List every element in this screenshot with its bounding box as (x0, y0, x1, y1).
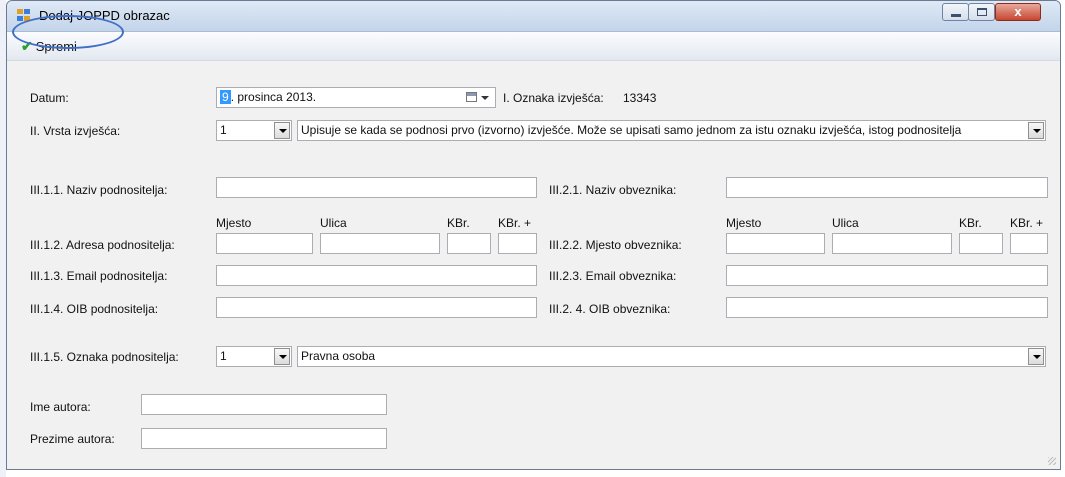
vrsta-description-select[interactable]: Upisuje se kada se podnosi prvo (izvorno… (297, 120, 1046, 141)
email-obveznika-label: III.2.3. Email obveznika: (549, 269, 677, 283)
podnositelj-kbr-plus-input[interactable] (498, 233, 537, 254)
oznaka-podnositelja-code: 1 (220, 349, 227, 363)
oib-podnositelja-input[interactable] (216, 297, 537, 318)
naziv-podnositelja-label: III.1.1. Naziv podnositelja: (30, 183, 168, 197)
naziv-obveznika-label: III.2.1. Naziv obveznika: (549, 183, 677, 197)
datum-rest: . prosinca 2013. (230, 90, 317, 104)
ime-autora-input[interactable] (141, 394, 387, 415)
oib-podnositelja-label: III.1.4. OIB podnositelja: (30, 302, 159, 316)
toolbar: ✔ Spremi (7, 32, 1060, 61)
datum-picker[interactable]: 9. prosinca 2013. (216, 87, 496, 108)
ulica-header: Ulica (832, 216, 859, 230)
window-title: Dodaj JOPPD obrazac (39, 8, 170, 23)
oznaka-podnositelja-code-select[interactable]: 1 (216, 346, 292, 367)
save-button[interactable]: ✔ Spremi (17, 35, 81, 57)
oznaka-podnositelja-select[interactable]: Pravna osoba (297, 346, 1046, 367)
kbr-plus-header: KBr. + (1010, 216, 1044, 230)
email-podnositelja-input[interactable] (216, 265, 537, 286)
form-area: ✔ Spremi Datum: 9. prosinca 2013. I. Ozn… (7, 32, 1060, 469)
oznaka-label: I. Oznaka izvješća: (503, 91, 604, 105)
podnositelj-kbr-input[interactable] (447, 233, 491, 254)
oib-obveznika-input[interactable] (726, 297, 1048, 318)
vrsta-label: II. Vrsta izvješća: (30, 124, 121, 138)
close-button[interactable]: x (995, 3, 1041, 21)
kbr-header: KBr. (447, 216, 470, 230)
kbr-plus-header: KBr. + (498, 216, 532, 230)
vrsta-code-select[interactable]: 1 (216, 120, 292, 141)
oznaka-podnositelja-value: Pravna osoba (301, 349, 376, 363)
obveznik-mjesto-input[interactable] (726, 233, 825, 254)
minimize-icon (951, 14, 961, 17)
podnositelj-mjesto-input[interactable] (216, 233, 313, 254)
prezime-autora-label: Prezime autora: (30, 432, 115, 446)
title-bar: Dodaj JOPPD obrazac x (7, 1, 1060, 32)
datum-label: Datum: (30, 91, 69, 105)
vrsta-code-value: 1 (220, 123, 227, 137)
obveznik-kbr-input[interactable] (959, 233, 1003, 254)
oib-obveznika-label: III.2. 4. OIB obveznika: (549, 302, 671, 316)
chevron-down-icon (1028, 122, 1044, 139)
save-label: Spremi (35, 38, 77, 54)
minimize-button[interactable] (942, 3, 969, 21)
naziv-obveznika-input[interactable] (726, 177, 1048, 198)
maximize-icon (977, 8, 987, 16)
prezime-autora-input[interactable] (141, 428, 387, 449)
calendar-icon (466, 92, 477, 102)
mjesto-obveznika-label: III.2.2. Mjesto obveznika: (549, 238, 682, 252)
chevron-down-icon (274, 122, 290, 139)
chevron-down-icon (1028, 348, 1044, 365)
close-icon: x (1014, 4, 1022, 19)
mjesto-header: Mjesto (216, 216, 252, 230)
oznaka-value: 13343 (623, 91, 657, 105)
adresa-podnositelja-label: III.1.2. Adresa podnositelja: (30, 238, 175, 252)
mjesto-header: Mjesto (726, 216, 762, 230)
oznaka-podnositelja-label: III.1.5. Oznaka podnositelja: (30, 350, 179, 364)
form-icon (17, 9, 31, 22)
checkmark-icon: ✔ (21, 37, 33, 54)
chevron-down-icon (481, 96, 489, 100)
vrsta-description-value: Upisuje se kada se podnosi prvo (izvorno… (301, 123, 962, 137)
email-podnositelja-label: III.1.3. Email podnositelja: (30, 269, 168, 283)
podnositelj-ulica-input[interactable] (320, 233, 440, 254)
ime-autora-label: Ime autora: (30, 400, 91, 414)
obveznik-kbr-plus-input[interactable] (1010, 233, 1048, 254)
naziv-podnositelja-input[interactable] (216, 177, 537, 198)
resize-grip[interactable] (1048, 457, 1056, 465)
email-obveznika-input[interactable] (726, 265, 1048, 286)
maximize-button[interactable] (968, 3, 995, 21)
ulica-header: Ulica (320, 216, 347, 230)
kbr-header: KBr. (959, 216, 982, 230)
dialog-window: Dodaj JOPPD obrazac x ✔ Spremi Datum: 9.… (6, 0, 1061, 470)
datum-day: 9 (220, 90, 231, 104)
chevron-down-icon (274, 348, 290, 365)
obveznik-ulica-input[interactable] (832, 233, 952, 254)
